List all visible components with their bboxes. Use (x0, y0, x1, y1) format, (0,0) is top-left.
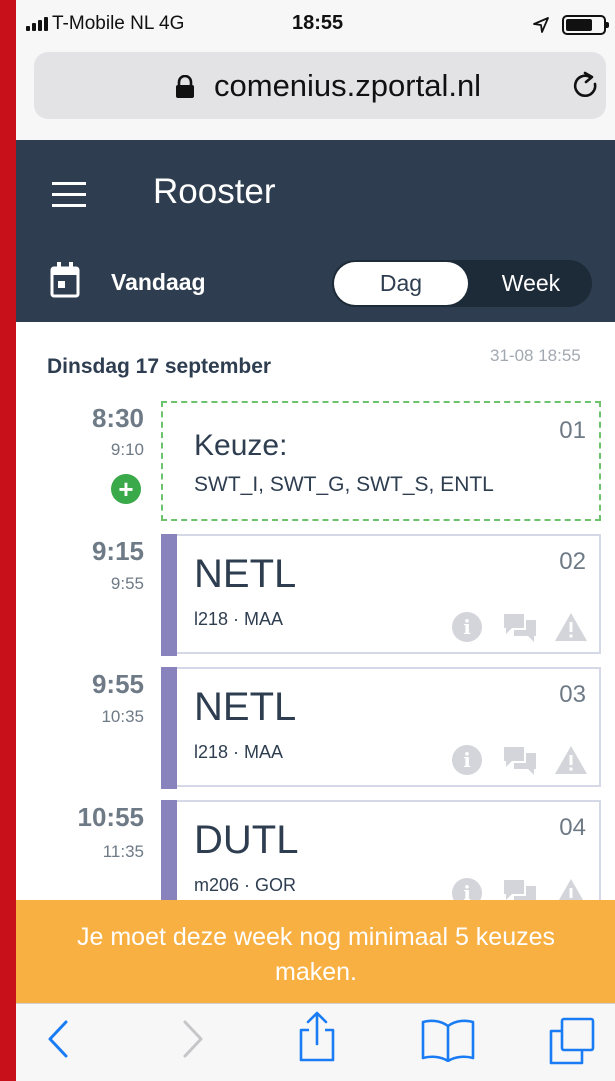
choice-title: Keuze: (194, 429, 288, 462)
choice-card[interactable]: Keuze: SWT_I, SWT_G, SWT_S, ENTL 01 (161, 401, 601, 521)
lesson-subject: NETL (194, 685, 297, 729)
view-toggle: Dag Week (332, 260, 592, 307)
browser-chrome: comenius.zportal.nl (16, 44, 615, 140)
date-heading: Dinsdag 17 september (47, 355, 272, 378)
time-start: 9:15 (91, 536, 144, 566)
warning-icon[interactable] (554, 612, 588, 642)
page-title: Rooster (153, 172, 276, 211)
carrier-label: T-Mobile NL 4G (52, 13, 185, 34)
lesson-room-teacher: m206 · GOR (194, 875, 297, 895)
tab-week[interactable]: Week (472, 262, 590, 305)
updated-timestamp: 31-08 18:55 (490, 346, 581, 365)
info-icon[interactable]: i (452, 612, 482, 642)
time-end: 9:10 (110, 440, 144, 459)
lesson-hour: 02 (559, 548, 586, 575)
time-end: 10:35 (101, 707, 144, 726)
location-arrow-icon (533, 17, 549, 33)
url-text[interactable]: comenius.zportal.nl (214, 68, 481, 104)
address-bar[interactable]: comenius.zportal.nl (34, 52, 606, 119)
status-time: 18:55 (292, 12, 344, 34)
lesson-subject: NETL (194, 552, 297, 596)
warning-text: Je moet deze week nog minimaal 5 keuzes … (76, 923, 556, 986)
time-start: 9:55 (91, 669, 144, 699)
add-choice-button[interactable]: + (111, 474, 141, 504)
lesson-card[interactable]: NETL l218 · MAA 02 i (161, 534, 601, 656)
time-end: 11:35 (102, 842, 144, 861)
warning-icon[interactable] (554, 745, 588, 775)
time-start: 10:55 (77, 802, 145, 832)
back-icon[interactable] (44, 1016, 74, 1062)
time-start: 8:30 (91, 403, 144, 433)
app-header: Rooster Vandaag Dag Week (16, 140, 615, 322)
lesson-color-bar (161, 667, 177, 789)
lock-icon (176, 75, 194, 98)
share-icon[interactable] (297, 1010, 337, 1064)
tab-day[interactable]: Dag (334, 262, 468, 305)
reload-icon[interactable] (571, 71, 601, 101)
time-end: 9:55 (110, 574, 144, 593)
lesson-hour: 01 (559, 417, 586, 444)
chat-icon[interactable] (502, 745, 538, 775)
lesson-room-teacher: l218 · MAA (194, 609, 284, 629)
lesson-card[interactable]: NETL l218 · MAA 03 i (161, 667, 601, 789)
tabs-icon[interactable] (548, 1016, 596, 1066)
lesson-hour: 03 (559, 681, 586, 708)
chat-icon[interactable] (502, 612, 538, 642)
menu-icon[interactable] (52, 182, 86, 208)
info-icon[interactable]: i (452, 745, 482, 775)
choice-options: SWT_I, SWT_G, SWT_S, ENTL (194, 473, 494, 496)
lesson-subject: DUTL (194, 818, 299, 862)
bookmarks-icon[interactable] (420, 1016, 476, 1062)
warning-banner[interactable]: Je moet deze week nog minimaal 5 keuzes … (16, 900, 615, 1003)
forward-icon[interactable] (177, 1016, 207, 1062)
status-bar: T-Mobile NL 4G 18:55 (16, 0, 615, 44)
lesson-hour: 04 (559, 814, 586, 841)
lesson-color-bar (161, 534, 177, 656)
browser-toolbar (16, 1003, 615, 1081)
battery-icon (562, 15, 609, 35)
calendar-icon[interactable] (50, 262, 80, 298)
phone-screen: T-Mobile NL 4G 18:55 comenius.zportal.nl… (16, 0, 615, 1081)
today-button[interactable]: Vandaag (111, 269, 206, 296)
lesson-room-teacher: l218 · MAA (194, 742, 284, 762)
